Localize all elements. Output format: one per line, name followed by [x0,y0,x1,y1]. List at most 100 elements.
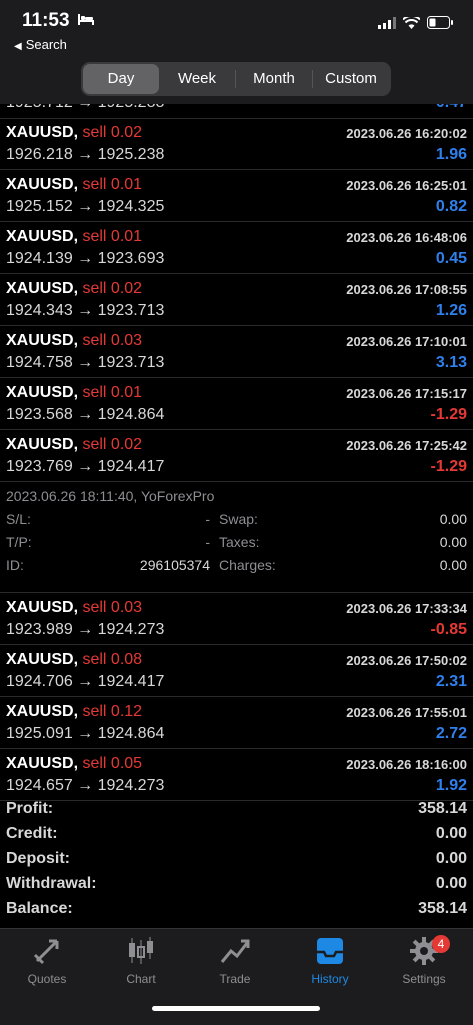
trade-title: XAUUSD, sell 0.01 [6,176,142,194]
trade-symbol: XAUUSD, [6,755,79,772]
trade-side-volume: sell 0.01 [82,176,143,193]
trade-profit: 3.13 [435,354,467,371]
header: 11:53 ◀ Search Day Week Month Custom [0,0,473,104]
trade-profit: 2.31 [435,673,467,690]
summary-label: Deposit: [6,850,70,867]
trade-row[interactable]: XAUUSD, sell 0.02 2023.06.26 17:08:55 1924… [0,274,473,326]
status-time: 11:53 [22,10,70,31]
tp-value: - [205,534,210,550]
trade-row[interactable]: XAUUSD, sell 0.01 2023.06.26 16:48:06 1924… [0,222,473,274]
trade-datetime: 2023.06.26 17:55:01 [346,705,467,720]
trade-row[interactable]: XAUUSD, sell 0.01 2023.06.26 16:25:01 1925… [0,170,473,222]
tab-label: Quotes [27,972,67,986]
trade-datetime: 2023.06.26 16:20:02 [346,126,467,141]
tab-settings[interactable]: 4 Settings [377,935,471,986]
segment-custom[interactable]: Custom [313,64,389,94]
trade-prices: 1924.139 → 1923.693 [6,250,165,267]
trade-profit: 1.26 [435,302,467,319]
trade-prices: 1923.568 → 1924.864 [6,406,165,423]
trade-datetime: 2023.06.26 17:25:42 [346,438,467,453]
trade-prices: 1926.218 → 1925.238 [6,146,165,163]
segment-month[interactable]: Month [236,64,312,94]
taxes-label: Taxes: [219,534,260,550]
trade-history-list: XAUUSD, sell 0.02 2023.06.26 16:20:02 1926… [0,118,473,801]
tab-quotes[interactable]: Quotes [0,935,94,986]
trade-side-volume: sell 0.01 [82,384,143,401]
tab-label: History [311,972,349,986]
trade-row[interactable]: XAUUSD, sell 0.03 2023.06.26 17:33:34 1923… [0,593,473,645]
account-summary: Profit: 358.14 Credit: 0.00 Deposit: 0.00 With… [0,797,473,922]
trade-symbol: XAUUSD, [6,332,79,349]
home-indicator [152,1006,320,1011]
trade-side-volume: sell 0.08 [82,651,143,668]
taxes-value: 0.00 [439,534,467,550]
segment-week[interactable]: Week [159,64,235,94]
trade-symbol: XAUUSD, [6,436,79,453]
summary-value: 0.00 [435,850,467,867]
id-label: ID: [6,557,24,573]
back-to-search-link[interactable]: ◀ Search [14,37,67,52]
trade-title: XAUUSD, sell 0.03 [6,332,142,350]
trade-detail-panel: 2023.06.26 18:11:40, YoForexPro S/L: - T… [0,482,473,593]
trade-prices: 1924.706 → 1924.417 [6,673,165,690]
trade-row[interactable]: XAUUSD, sell 0.12 2023.06.26 17:55:01 1925… [0,697,473,749]
charges-value: 0.00 [439,557,467,573]
trade-profit: 0.82 [435,198,467,215]
trade-datetime: 2023.06.26 17:15:17 [346,386,467,401]
trade-row[interactable]: XAUUSD, sell 0.05 2023.06.26 18:16:00 1924… [0,749,473,801]
trade-row[interactable]: XAUUSD, sell 0.02 2023.06.26 17:25:42 1923… [0,430,473,482]
summary-value: 0.00 [435,825,467,842]
trade-title: XAUUSD, sell 0.02 [6,280,142,298]
trade-symbol: XAUUSD, [6,124,79,141]
trade-datetime: 2023.06.26 17:10:01 [346,334,467,349]
tab-trade[interactable]: Trade [188,935,282,986]
trade-side-volume: sell 0.02 [82,124,143,141]
trade-prices: 1924.343 → 1923.713 [6,302,165,319]
trade-title: XAUUSD, sell 0.08 [6,651,142,669]
trade-datetime: 2023.06.26 16:25:01 [346,178,467,193]
period-segmented-control: Day Week Month Custom [81,62,391,96]
trade-profit: -1.29 [430,458,467,475]
trade-row[interactable]: XAUUSD, sell 0.01 2023.06.26 17:15:17 1923… [0,378,473,430]
summary-value: 358.14 [418,800,467,817]
summary-value: 0.00 [435,875,467,892]
tab-history[interactable]: History [283,935,377,986]
trade-title: XAUUSD, sell 0.03 [6,599,142,617]
summary-value: 358.14 [418,900,467,917]
trade-prices: 1924.758 → 1923.713 [6,354,165,371]
trade-profit: 2.72 [435,725,467,742]
trade-prices: 1923.989 → 1924.273 [6,621,165,638]
summary-label: Balance: [6,900,73,917]
wifi-icon [403,16,420,29]
trade-icon [220,939,250,963]
trade-row[interactable]: XAUUSD, sell 0.02 2023.06.26 16:20:02 1926… [0,118,473,170]
trade-prices: 1925.091 → 1924.864 [6,725,165,742]
trade-symbol: XAUUSD, [6,651,79,668]
trade-profit: 1.96 [435,146,467,163]
trade-symbol: XAUUSD, [6,384,79,401]
trade-title: XAUUSD, sell 0.12 [6,703,142,721]
swap-label: Swap: [219,511,258,527]
trade-side-volume: sell 0.05 [82,755,143,772]
trade-title: XAUUSD, sell 0.02 [6,124,142,142]
trade-datetime: 2023.06.26 17:33:34 [346,601,467,616]
trade-row[interactable]: XAUUSD, sell 0.03 2023.06.26 17:10:01 1924… [0,326,473,378]
tab-label: Settings [402,972,446,986]
tab-chart[interactable]: Chart [94,935,188,986]
status-icons [378,16,453,29]
trade-title: XAUUSD, sell 0.01 [6,384,142,402]
trade-title: XAUUSD, sell 0.05 [6,755,142,773]
summary-row: Balance: 358.14 [0,897,473,922]
trade-title: XAUUSD, sell 0.01 [6,228,142,246]
trade-row[interactable]: XAUUSD, sell 0.08 2023.06.26 17:50:02 1924… [0,645,473,697]
battery-icon [427,16,453,29]
segment-day[interactable]: Day [83,64,159,94]
trade-prices: 1925.152 → 1924.325 [6,198,165,215]
back-label: Search [25,37,67,52]
trade-profit: 1.92 [435,777,467,794]
trade-side-volume: sell 0.02 [82,280,143,297]
trade-symbol: XAUUSD, [6,228,79,245]
trade-symbol: XAUUSD, [6,599,79,616]
detail-close-info: 2023.06.26 18:11:40, YoForexPro [6,488,215,504]
charges-label: Charges: [219,557,276,573]
